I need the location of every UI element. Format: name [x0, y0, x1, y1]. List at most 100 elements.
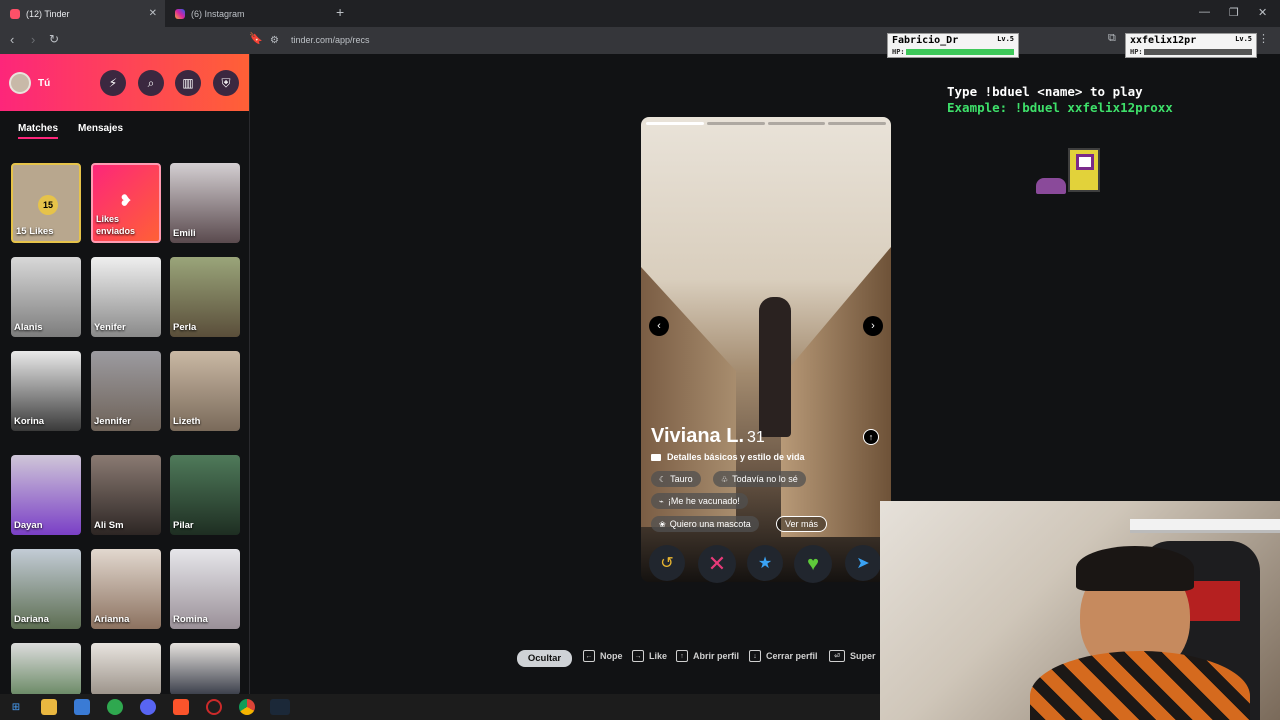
- match-name: Arianna: [94, 614, 130, 625]
- photo-indicator-bar: [828, 122, 886, 125]
- sent-likes-label: Likes enviados: [96, 214, 136, 236]
- avatar[interactable]: [9, 72, 31, 94]
- match-tile[interactable]: [170, 643, 240, 694]
- rewind-icon: ↺: [660, 555, 674, 572]
- shield-icon[interactable]: ⛨: [213, 70, 239, 96]
- match-tile[interactable]: Arianna: [91, 549, 161, 629]
- extensions-icon[interactable]: ⧉: [1108, 32, 1116, 45]
- boost-icon[interactable]: ⚡: [100, 70, 126, 96]
- match-tile[interactable]: Dayan: [11, 455, 81, 535]
- family-icon: ♧: [721, 474, 729, 484]
- steam-icon[interactable]: [270, 699, 290, 715]
- browser-tabbar: (12) Tinder ✕ (6) Instagram + — ❐ ✕: [0, 0, 1280, 27]
- hint-open-profile: ↑ Abrir perfil: [676, 650, 739, 662]
- close-window-icon[interactable]: ✕: [1258, 6, 1267, 19]
- new-tab-icon[interactable]: +: [336, 4, 344, 20]
- match-tile[interactable]: [91, 643, 161, 694]
- player-level: Lv.5: [997, 35, 1014, 43]
- match-tile[interactable]: Perla: [170, 257, 240, 337]
- reload-icon[interactable]: ↻: [49, 32, 59, 46]
- explore-icon[interactable]: ⌕: [138, 70, 164, 96]
- address-bar: ‹ › ↻ 🔖 ⚙ tinder.com/app/recs ⧉ ⋮: [0, 27, 1280, 54]
- minimize-icon[interactable]: —: [1199, 6, 1210, 18]
- match-tile[interactable]: Yenifer: [91, 257, 161, 337]
- player-hp-box: xxfelix12pr Lv.5 HP:: [1125, 33, 1257, 58]
- likes-count-badge: 15: [38, 195, 58, 215]
- key-right-icon: →: [632, 650, 644, 662]
- likes-label: 15 Likes: [16, 226, 54, 237]
- likes-tile[interactable]: 15 15 Likes: [11, 163, 81, 243]
- match-name: Emili: [173, 228, 196, 239]
- hint-like: → Like: [632, 650, 667, 662]
- match-tile[interactable]: Romina: [170, 549, 240, 629]
- windows-start-icon[interactable]: ⊞: [8, 699, 24, 715]
- tab-matches[interactable]: Matches: [18, 123, 59, 139]
- key-enter-icon: ⏎: [829, 650, 845, 662]
- next-photo-icon[interactable]: ›: [863, 316, 883, 336]
- chip-label: Tauro: [670, 474, 693, 484]
- match-tile[interactable]: Ali Sm: [91, 455, 161, 535]
- player-name: Fabricio_Dr: [892, 35, 959, 46]
- back-icon[interactable]: ‹: [10, 32, 14, 47]
- heart-icon: ♥: [807, 552, 819, 575]
- duel-line-1: Type !bduel <name> to play: [947, 84, 1143, 99]
- obs-icon[interactable]: [206, 699, 222, 715]
- profile-card[interactable]: ‹ › Viviana L. 31 ↑ Detalles básicos y es…: [641, 117, 891, 582]
- close-tab-icon[interactable]: ✕: [149, 8, 157, 19]
- profile-name: Viviana L.: [651, 425, 745, 447]
- profile-photo-subject: [759, 297, 791, 437]
- match-tile[interactable]: Korina: [11, 351, 81, 431]
- match-tile[interactable]: Dariana: [11, 549, 81, 629]
- nope-button[interactable]: ✕: [698, 545, 736, 583]
- match-tile[interactable]: Lizeth: [170, 351, 240, 431]
- forward-icon[interactable]: ›: [31, 32, 35, 47]
- photo-indicator-bar: [767, 122, 826, 125]
- chip-label: Quiero una mascota: [669, 519, 751, 529]
- match-name: Ali Sm: [94, 520, 124, 531]
- boost-button[interactable]: ➤: [845, 545, 881, 581]
- chip-family: ♧ Todavía no lo sé: [713, 471, 806, 487]
- tab-instagram[interactable]: (6) Instagram: [167, 0, 327, 27]
- match-tile[interactable]: [11, 643, 81, 694]
- webcam-hair: [1076, 546, 1194, 591]
- instagram-favicon-icon: [175, 8, 185, 19]
- tab-messages[interactable]: Mensajes: [78, 123, 123, 134]
- prev-photo-icon[interactable]: ‹: [649, 316, 669, 336]
- see-more-button[interactable]: Ver más: [776, 516, 828, 532]
- url-field[interactable]: ⚙ tinder.com/app/recs: [270, 32, 370, 48]
- match-tile[interactable]: Jennifer: [91, 351, 161, 431]
- restore-icon[interactable]: ❐: [1229, 6, 1239, 19]
- send-icon: ➤: [856, 555, 870, 572]
- open-profile-icon[interactable]: ↑: [863, 429, 879, 445]
- chip-zodiac: ☾ Tauro: [651, 471, 701, 487]
- match-name: Dariana: [14, 614, 49, 625]
- photo-detail: [781, 247, 891, 537]
- rewind-button[interactable]: ↺: [649, 545, 685, 581]
- bookmark-icon[interactable]: 🔖: [249, 32, 263, 45]
- app-icon[interactable]: [107, 699, 123, 715]
- site-info-icon[interactable]: ⚙: [270, 35, 279, 46]
- details-heading: Detalles básicos y estilo de vida: [667, 452, 805, 462]
- sent-likes-tile[interactable]: ❥ Likes enviados: [91, 163, 161, 243]
- file-explorer-icon[interactable]: [41, 699, 57, 715]
- tinder-favicon-icon: [10, 8, 20, 19]
- hint-label: Super: [850, 651, 876, 661]
- hide-shortcuts-button[interactable]: Ocultar: [517, 650, 572, 667]
- match-name: Perla: [173, 322, 197, 333]
- briefcase-icon[interactable]: ▥: [175, 70, 201, 96]
- superlike-button[interactable]: ★: [747, 545, 783, 581]
- match-tile[interactable]: Emili: [170, 163, 240, 243]
- player-hp-box: Fabricio_Dr Lv.5 HP:: [887, 33, 1019, 58]
- profile-label[interactable]: Tú: [38, 78, 50, 89]
- menu-icon[interactable]: ⋮: [1258, 32, 1269, 45]
- match-tile[interactable]: Pilar: [170, 455, 240, 535]
- like-button[interactable]: ♥: [794, 545, 832, 583]
- tab-tinder[interactable]: (12) Tinder ✕: [0, 0, 165, 27]
- brave-icon[interactable]: [173, 699, 189, 715]
- discord-icon[interactable]: [140, 699, 156, 715]
- match-tile[interactable]: Alanis: [11, 257, 81, 337]
- chrome-icon[interactable]: [239, 699, 255, 715]
- store-icon[interactable]: [74, 699, 90, 715]
- profile-name-row: Viviana L. 31: [651, 425, 765, 448]
- sent-heart-icon: ❥: [119, 193, 133, 210]
